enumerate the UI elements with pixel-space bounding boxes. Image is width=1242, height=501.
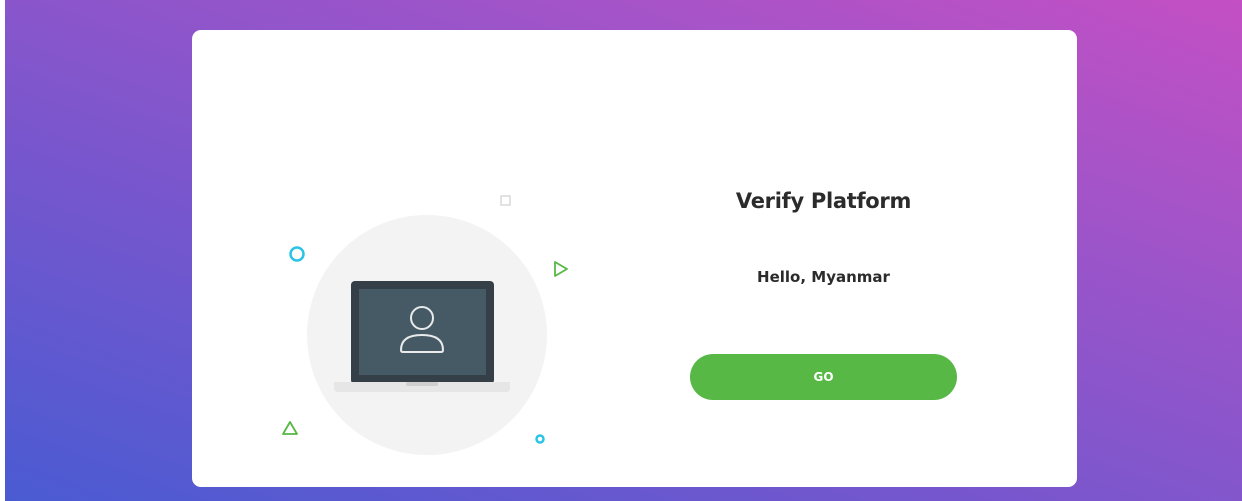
greeting-text: Hello, Myanmar [757,268,890,286]
circle-icon [289,246,305,262]
square-icon [500,195,511,206]
illustration [192,30,632,487]
go-button[interactable]: GO [690,354,957,400]
page-title: Verify Platform [735,189,912,213]
triangle-play-icon [554,261,568,277]
laptop-user-icon [334,281,510,392]
verify-form: Verify Platform Hello, Myanmar GO [690,30,957,487]
triangle-icon [282,421,298,435]
small-circle-icon [535,434,545,444]
login-card: Verify Platform Hello, Myanmar GO [192,30,1077,487]
